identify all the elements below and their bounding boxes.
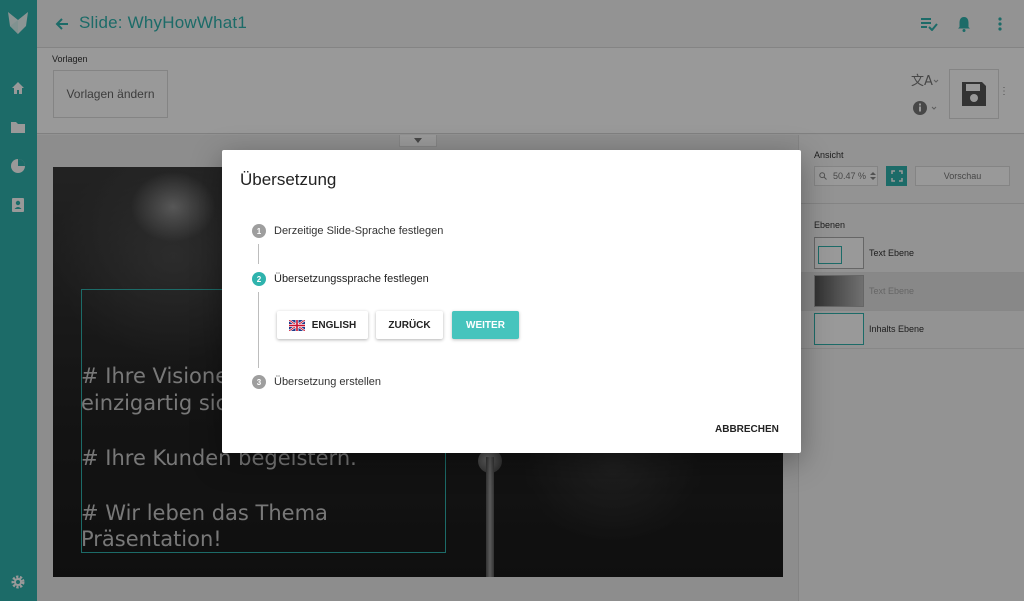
language-label: ENGLISH — [311, 319, 357, 331]
next-button[interactable]: WEITER — [452, 311, 519, 339]
back-button[interactable]: ZURÜCK — [376, 311, 443, 339]
step-number: 2 — [252, 272, 266, 286]
language-english-button[interactable]: ENGLISH — [277, 311, 368, 339]
dialog-title: Übersetzung — [240, 170, 337, 189]
stepper-connector — [258, 244, 259, 264]
step-number: 3 — [252, 375, 266, 389]
cancel-button[interactable]: ABBRECHEN — [715, 424, 779, 435]
uk-flag-icon — [288, 319, 305, 331]
stepper-step-2[interactable]: 2 Übersetzungssprache festlegen — [252, 272, 429, 286]
translation-dialog: Übersetzung 1 Derzeitige Slide-Sprache f… — [222, 150, 801, 453]
stepper-connector — [258, 292, 259, 368]
step-label: Derzeitige Slide-Sprache festlegen — [274, 225, 444, 237]
stepper-step-3[interactable]: 3 Übersetzung erstellen — [252, 375, 381, 389]
stepper-step-1[interactable]: 1 Derzeitige Slide-Sprache festlegen — [252, 224, 443, 238]
step-label: Übersetzungssprache festlegen — [274, 273, 429, 285]
step-label: Übersetzung erstellen — [274, 376, 382, 388]
step-number: 1 — [252, 224, 266, 238]
app-root: Slide: WhyHowWhat1 Vorlagen Vorlagen änd… — [0, 0, 1024, 601]
